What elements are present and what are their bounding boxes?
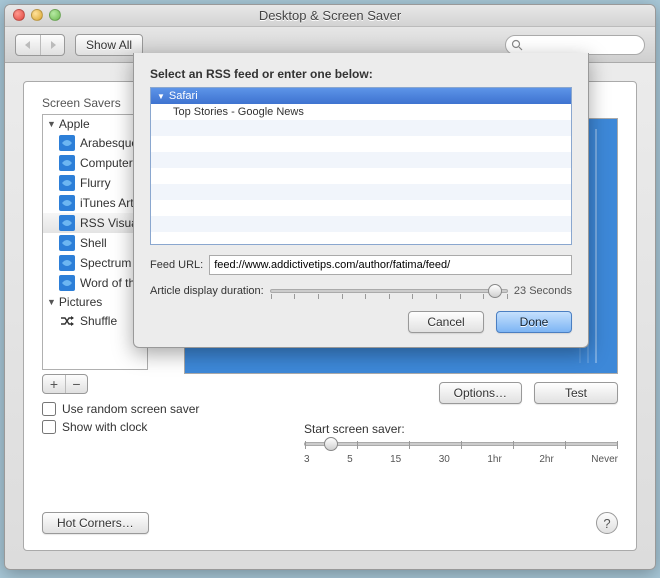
feed-url-label: Feed URL: bbox=[150, 259, 203, 271]
help-icon: ? bbox=[603, 516, 610, 531]
duration-label: Article display duration: bbox=[150, 285, 264, 297]
search-icon bbox=[511, 39, 523, 51]
done-button[interactable]: Done bbox=[496, 311, 572, 333]
list-item[interactable]: Word of the Day bbox=[43, 273, 147, 293]
titlebar: Desktop & Screen Saver bbox=[5, 5, 655, 27]
duration-slider[interactable] bbox=[270, 289, 508, 293]
slider-track[interactable] bbox=[304, 442, 618, 446]
random-checkbox-row[interactable]: Use random screen saver bbox=[42, 402, 618, 416]
duration-knob[interactable] bbox=[488, 284, 502, 298]
shuffle-icon bbox=[59, 313, 75, 329]
slider-knob[interactable] bbox=[324, 437, 338, 451]
traffic-lights bbox=[13, 9, 61, 21]
feed-url-input[interactable] bbox=[209, 255, 572, 275]
cancel-button[interactable]: Cancel bbox=[408, 311, 484, 333]
nav-segment bbox=[15, 34, 65, 56]
help-button[interactable]: ? bbox=[596, 512, 618, 534]
chevron-down-icon: ▼ bbox=[157, 92, 165, 101]
search-input[interactable] bbox=[505, 35, 645, 55]
sheet-title: Select an RSS feed or enter one below: bbox=[150, 67, 572, 81]
feed-item[interactable]: Top Stories - Google News bbox=[151, 104, 571, 120]
add-remove-segment: + − bbox=[42, 374, 88, 394]
forward-button[interactable] bbox=[40, 35, 64, 55]
list-item[interactable]: Spectrum bbox=[43, 253, 147, 273]
zoom-icon[interactable] bbox=[49, 9, 61, 21]
preferences-window: Desktop & Screen Saver Show All Screen S… bbox=[4, 4, 656, 570]
chevron-down-icon: ▼ bbox=[47, 297, 56, 307]
screensaver-icon bbox=[59, 155, 75, 171]
screensaver-icon bbox=[59, 255, 75, 271]
screensaver-icon bbox=[59, 275, 75, 291]
feed-group-safari[interactable]: ▼ Safari bbox=[151, 88, 571, 104]
list-item[interactable]: Arabesque bbox=[43, 133, 147, 153]
duration-value: 23 Seconds bbox=[514, 285, 572, 297]
list-item[interactable]: Computer Name bbox=[43, 153, 147, 173]
rss-config-sheet: Select an RSS feed or enter one below: ▼… bbox=[133, 53, 589, 348]
list-item-selected[interactable]: RSS Visualizer bbox=[43, 213, 147, 233]
back-button[interactable] bbox=[16, 35, 40, 55]
remove-button[interactable]: − bbox=[65, 375, 87, 393]
options-button[interactable]: Options… bbox=[439, 382, 522, 404]
hot-corners-button[interactable]: Hot Corners… bbox=[42, 512, 149, 534]
screensaver-icon bbox=[59, 235, 75, 251]
list-item[interactable]: Shell bbox=[43, 233, 147, 253]
add-button[interactable]: + bbox=[43, 375, 65, 393]
chevron-down-icon: ▼ bbox=[47, 119, 56, 129]
start-slider[interactable]: 3 5 15 30 1hr 2hr Never bbox=[304, 442, 618, 465]
list-item[interactable]: Shuffle bbox=[43, 311, 147, 331]
search-field[interactable] bbox=[505, 35, 645, 55]
screensaver-icon bbox=[59, 195, 75, 211]
start-label: Start screen saver: bbox=[304, 422, 405, 436]
list-item[interactable]: Flurry bbox=[43, 173, 147, 193]
screensaver-icon bbox=[59, 215, 75, 231]
feed-list[interactable]: ▼ Safari Top Stories - Google News bbox=[150, 87, 572, 245]
slider-labels: 3 5 15 30 1hr 2hr Never bbox=[304, 454, 618, 465]
test-button[interactable]: Test bbox=[534, 382, 618, 404]
list-item[interactable]: iTunes Artwork bbox=[43, 193, 147, 213]
close-icon[interactable] bbox=[13, 9, 25, 21]
clock-checkbox[interactable] bbox=[42, 420, 56, 434]
screensaver-icon bbox=[59, 175, 75, 191]
screensaver-icon bbox=[59, 135, 75, 151]
minimize-icon[interactable] bbox=[31, 9, 43, 21]
window-title: Desktop & Screen Saver bbox=[5, 5, 655, 27]
random-checkbox[interactable] bbox=[42, 402, 56, 416]
group-pictures[interactable]: ▼ Pictures bbox=[43, 293, 147, 311]
group-apple[interactable]: ▼ Apple bbox=[43, 115, 147, 133]
